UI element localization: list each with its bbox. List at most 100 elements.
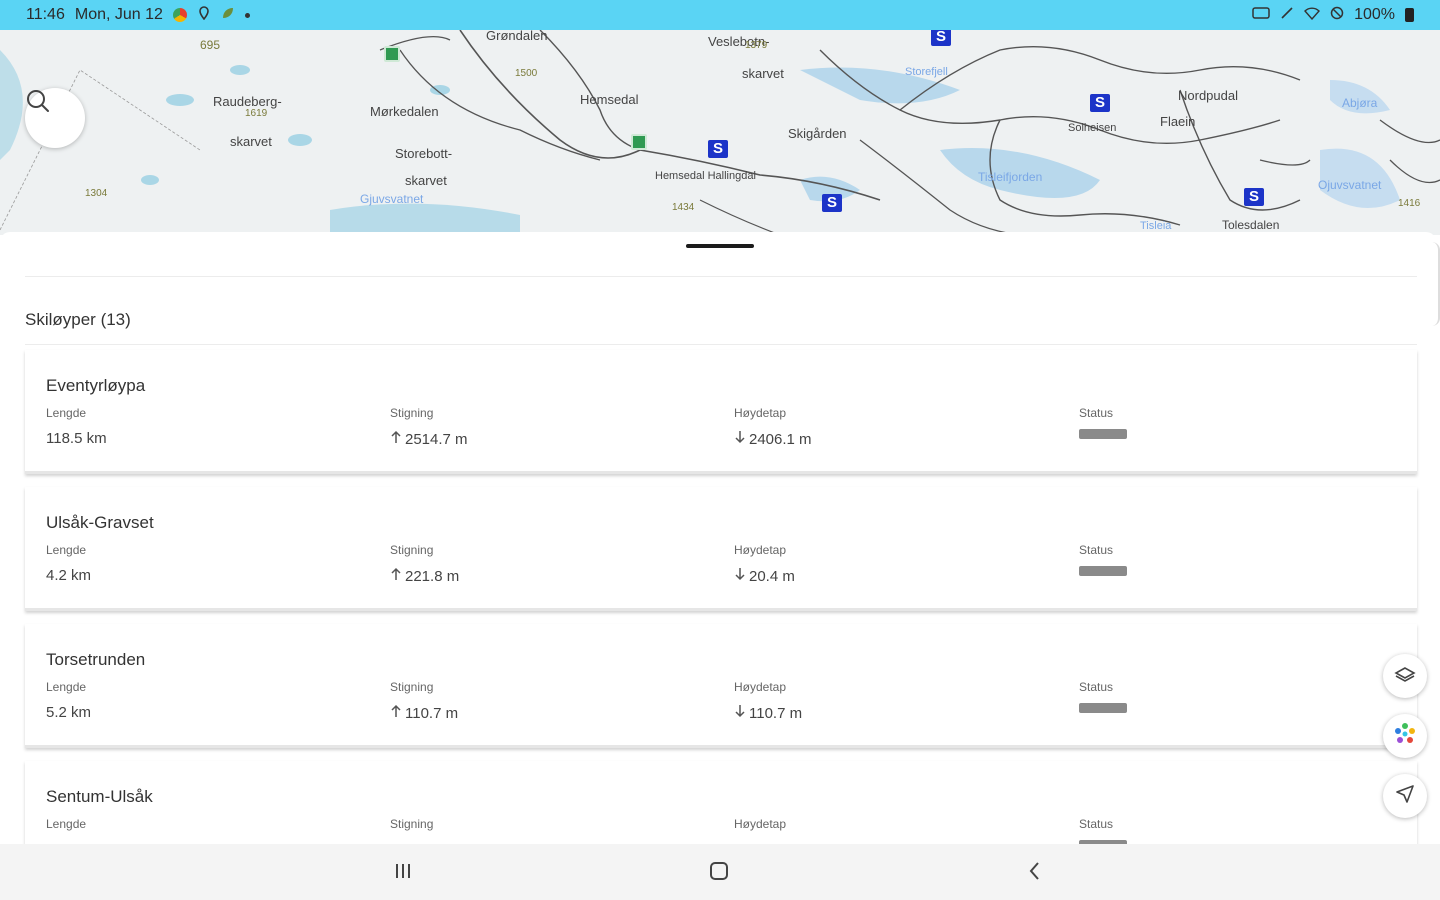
length-column: Lengde 118.5 km (46, 406, 107, 447)
length-column: Lengde 5.2 km (46, 680, 91, 721)
do-not-disturb-icon (1330, 6, 1344, 25)
arrow-down-icon (734, 704, 746, 722)
cast-icon (1252, 6, 1270, 24)
navigation-button[interactable] (1383, 774, 1427, 818)
climb-value: 221.8 m (405, 567, 460, 585)
map-label-skigaarden: Skigården (788, 126, 847, 141)
climb-value: 110.7 m (405, 704, 459, 722)
trail-list-sheet[interactable]: Skiløyper (13) Eventyrløypa Lengde 118.5… (0, 232, 1436, 844)
map-label-skarvet-top: skarvet (742, 66, 784, 81)
descent-value: 2406.1 m (749, 430, 812, 448)
status-label: Status (1079, 406, 1114, 420)
mute-icon (1280, 6, 1294, 25)
descent-value: 20.4 m (749, 567, 795, 585)
map-label-tisleia: Tisleia (1140, 220, 1172, 232)
cabin-marker[interactable] (631, 134, 647, 150)
length-label: Lengde (46, 680, 87, 694)
palette-button[interactable] (1383, 714, 1427, 758)
climb-column: Stigning 2514.7 m (390, 406, 468, 448)
battery-percent: 100% (1354, 6, 1395, 23)
climb-value-row: 221.8 m (390, 567, 459, 585)
clock-date: Mon, Jun 12 (74, 6, 163, 23)
trail-card[interactable]: Sentum-Ulsåk Lengde Stigning Høydetap St… (25, 761, 1417, 844)
status-column: Status (1079, 406, 1127, 439)
home-icon (708, 860, 730, 887)
map-peak-label: 1434 (672, 202, 695, 213)
map-label-storebott-skarvet: skarvet (405, 173, 447, 188)
dot-icon (244, 12, 250, 18)
ski-resort-marker[interactable]: S (1244, 188, 1264, 206)
status-bar: 11:46 Mon, Jun 12 100% (0, 0, 1440, 30)
descent-column: Høydetap 110.7 m (734, 680, 802, 722)
arrow-up-icon (390, 567, 402, 585)
arrow-down-icon (734, 567, 746, 585)
map-label-flaein: Flaein (1160, 114, 1196, 129)
status-column: Status (1079, 680, 1127, 713)
map-peak-label: 1619 (245, 108, 268, 119)
status-label: Status (1079, 543, 1114, 557)
trail-name: Sentum-Ulsåk (46, 787, 153, 806)
recent-apps-icon (392, 861, 414, 886)
home-button[interactable] (704, 858, 734, 888)
descent-value-row: 2406.1 m (734, 430, 812, 448)
recent-apps-button[interactable] (388, 858, 418, 888)
ski-resort-marker[interactable]: S (822, 194, 842, 212)
arrow-up-icon (390, 430, 402, 448)
ski-resort-marker[interactable]: S (1090, 94, 1110, 112)
search-button[interactable] (25, 88, 85, 148)
climb-label: Stigning (390, 680, 434, 694)
climb-value-row: 2514.7 m (390, 430, 468, 448)
trail-card[interactable]: Ulsåk-Gravset Lengde 4.2 km Stigning 221… (25, 487, 1417, 611)
location-icon (197, 5, 211, 25)
app-notification-icon (172, 8, 187, 22)
layers-button[interactable] (1383, 654, 1427, 698)
map-view[interactable]: Grøndalen Veslebotn- skarvet Raudeberg- … (0, 30, 1440, 235)
back-button[interactable] (1020, 858, 1050, 888)
leaf-icon (221, 6, 235, 25)
descent-label: Høydetap (734, 680, 787, 694)
ski-resort-marker[interactable]: S (708, 140, 728, 158)
trail-card[interactable]: Torsetrunden Lengde 5.2 km Stigning 110.… (25, 624, 1417, 748)
section-title: Skiløyper (13) (25, 310, 131, 329)
length-label: Lengde (46, 817, 87, 831)
map-label-gjuvsvatnet: Gjuvsvatnet (360, 192, 424, 206)
trail-card[interactable]: Eventyrløypa Lengde 118.5 km Stigning 25… (25, 350, 1417, 474)
system-nav-bar (0, 844, 1440, 900)
map-label-abjora: Abjøra (1342, 96, 1378, 110)
arrow-up-icon (390, 704, 402, 722)
climb-value: 2514.7 m (405, 430, 468, 448)
status-indicator (1079, 566, 1127, 576)
map-label-nordpudal: Nordpudal (1178, 88, 1238, 103)
trail-name: Eventyrløypa (46, 376, 146, 395)
clock-time: 11:46 (26, 6, 65, 23)
status-column: Status (1079, 817, 1127, 844)
climb-label: Stigning (390, 406, 434, 420)
status-bar-left: 11:46 Mon, Jun 12 (26, 5, 250, 25)
map-label-storebott: Storebott- (395, 146, 453, 161)
climb-column: Stigning 221.8 m (390, 543, 459, 585)
map-label-mokedalen: Mørkedalen (370, 104, 439, 119)
descent-column: Høydetap 2406.1 m (734, 406, 812, 448)
map-peak-label: 1304 (85, 188, 108, 199)
status-bar-right: 100% (1252, 6, 1414, 25)
layers-icon (1394, 663, 1416, 690)
map-label-raudeberg-skarvet: skarvet (230, 134, 272, 149)
descent-column: Høydetap (734, 817, 786, 831)
status-indicator (1079, 703, 1127, 713)
climb-label: Stigning (390, 543, 434, 557)
drag-handle[interactable] (686, 244, 754, 248)
arrow-down-icon (734, 430, 746, 448)
descent-label: Høydetap (734, 406, 787, 420)
map-label-tisleifjorden: Tisleifjorden (978, 170, 1043, 184)
map-label-hemsedal: Hemsedal (580, 92, 639, 107)
length-column: Lengde (46, 817, 86, 831)
status-label: Status (1079, 680, 1114, 694)
length-value: 118.5 km (46, 430, 107, 447)
cabin-marker[interactable] (384, 46, 400, 62)
ski-resort-marker[interactable]: S (931, 30, 951, 46)
descent-label: Høydetap (734, 817, 787, 831)
descent-column: Høydetap 20.4 m (734, 543, 795, 585)
trail-name: Torsetrunden (46, 650, 146, 669)
map-peak-label: 1416 (1398, 198, 1421, 209)
map-terrain (0, 30, 1440, 235)
